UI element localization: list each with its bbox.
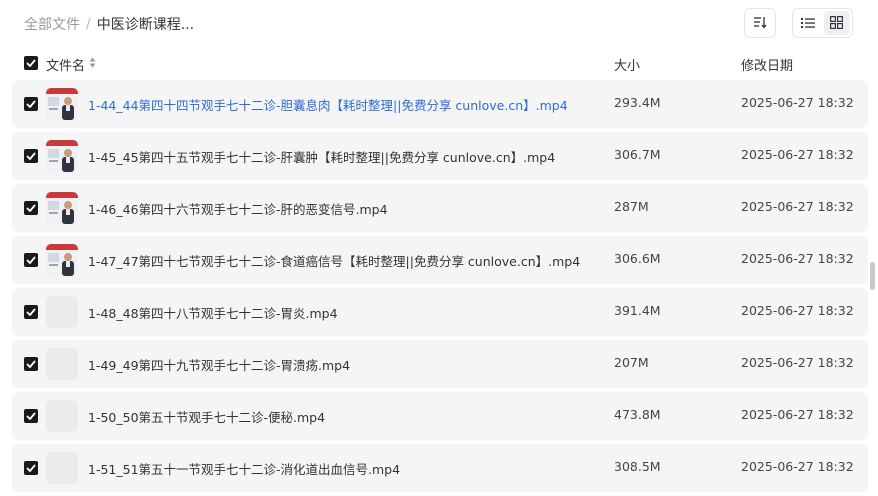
column-header-name-label: 文件名	[46, 59, 86, 74]
file-modified-date: 2025-06-27 18:32	[741, 251, 854, 266]
breadcrumb-separator: /	[86, 16, 91, 32]
file-row[interactable]: 1-51_51第五十一节观手七十二诊-消化道出血信号.mp4 308.5M 20…	[12, 444, 868, 492]
list-view-button[interactable]	[795, 11, 822, 35]
thumbnail-placeholder	[46, 452, 78, 484]
video-thumbnail	[46, 192, 78, 224]
file-name[interactable]: 1-46_46第四十六节观手七十二诊-肝的恶变信号.mp4	[88, 199, 388, 218]
breadcrumb-current: 中医诊断课程...	[96, 17, 195, 33]
thumbnail-placeholder	[46, 400, 78, 432]
thumbnail-placeholder	[46, 348, 78, 380]
file-size: 287M	[614, 199, 649, 214]
file-row[interactable]: 1-47_47第四十七节观手七十二诊-食道癌信号【耗时整理||免费分享 cunl…	[12, 236, 868, 284]
row-checkbox[interactable]	[24, 201, 38, 215]
grid-view-button[interactable]	[823, 11, 850, 35]
video-thumbnail	[46, 244, 78, 276]
file-name[interactable]: 1-49_49第四十九节观手七十二诊-胃溃疡.mp4	[88, 355, 350, 374]
file-modified-date: 2025-06-27 18:32	[741, 407, 854, 422]
file-name[interactable]: 1-51_51第五十一节观手七十二诊-消化道出血信号.mp4	[88, 459, 400, 478]
file-size: 473.8M	[614, 407, 661, 422]
video-thumbnail	[46, 140, 78, 172]
file-name[interactable]: 1-47_47第四十七节观手七十二诊-食道癌信号【耗时整理||免费分享 cunl…	[88, 251, 580, 270]
file-name[interactable]: 1-50_50第五十节观手七十二诊-便秘.mp4	[88, 407, 325, 426]
file-size: 308.5M	[614, 459, 661, 474]
file-list: 1-44_44第四十四节观手七十二诊-胆囊息肉【耗时整理||免费分享 cunlo…	[12, 80, 868, 496]
breadcrumb-root[interactable]: 全部文件	[24, 14, 80, 34]
select-all-checkbox[interactable]	[24, 56, 38, 70]
file-modified-date: 2025-06-27 18:32	[741, 355, 854, 370]
scrollbar-thumb[interactable]	[870, 262, 875, 290]
file-modified-date: 2025-06-27 18:32	[741, 199, 854, 214]
file-row[interactable]: 1-44_44第四十四节观手七十二诊-胆囊息肉【耗时整理||免费分享 cunlo…	[12, 80, 868, 128]
breadcrumb: 全部文件 / 中医诊断课程...	[24, 14, 194, 34]
row-checkbox[interactable]	[24, 149, 38, 163]
view-toggle	[792, 8, 853, 38]
video-thumbnail	[46, 88, 78, 120]
file-row[interactable]: 1-48_48第四十八节观手七十二诊-胃炎.mp4 391.4M 2025-06…	[12, 288, 868, 336]
row-checkbox[interactable]	[24, 409, 38, 423]
file-modified-date: 2025-06-27 18:32	[741, 95, 854, 110]
file-list-header: 文件名 大小 修改日期	[0, 52, 878, 76]
sort-toggle-icon	[89, 57, 96, 72]
file-modified-date: 2025-06-27 18:32	[741, 147, 854, 162]
column-header-size[interactable]: 大小	[614, 55, 640, 74]
file-size: 391.4M	[614, 303, 661, 318]
file-name[interactable]: 1-48_48第四十八节观手七十二诊-胃炎.mp4	[88, 303, 338, 322]
thumbnail-placeholder	[46, 296, 78, 328]
column-header-modified[interactable]: 修改日期	[741, 55, 793, 74]
file-row[interactable]: 1-49_49第四十九节观手七十二诊-胃溃疡.mp4 207M 2025-06-…	[12, 340, 868, 388]
row-checkbox[interactable]	[24, 357, 38, 371]
file-size: 293.4M	[614, 95, 661, 110]
file-size: 306.7M	[614, 147, 661, 162]
file-modified-date: 2025-06-27 18:32	[741, 459, 854, 474]
row-checkbox[interactable]	[24, 97, 38, 111]
sort-icon	[753, 14, 767, 33]
file-size: 306.6M	[614, 251, 661, 266]
sort-button[interactable]	[744, 8, 776, 38]
file-name[interactable]: 1-44_44第四十四节观手七十二诊-胆囊息肉【耗时整理||免费分享 cunlo…	[88, 95, 568, 114]
row-checkbox[interactable]	[24, 461, 38, 475]
grid-view-icon	[830, 14, 844, 33]
row-checkbox[interactable]	[24, 305, 38, 319]
row-checkbox[interactable]	[24, 253, 38, 267]
file-name[interactable]: 1-45_45第四十五节观手七十二诊-肝囊肿【耗时整理||免费分享 cunlov…	[88, 147, 555, 166]
file-modified-date: 2025-06-27 18:32	[741, 303, 854, 318]
file-row[interactable]: 1-46_46第四十六节观手七十二诊-肝的恶变信号.mp4 287M 2025-…	[12, 184, 868, 232]
file-row[interactable]: 1-45_45第四十五节观手七十二诊-肝囊肿【耗时整理||免费分享 cunlov…	[12, 132, 868, 180]
file-size: 207M	[614, 355, 649, 370]
list-view-icon	[801, 14, 816, 33]
column-header-name[interactable]: 文件名	[46, 55, 96, 74]
file-row[interactable]: 1-50_50第五十节观手七十二诊-便秘.mp4 473.8M 2025-06-…	[12, 392, 868, 440]
